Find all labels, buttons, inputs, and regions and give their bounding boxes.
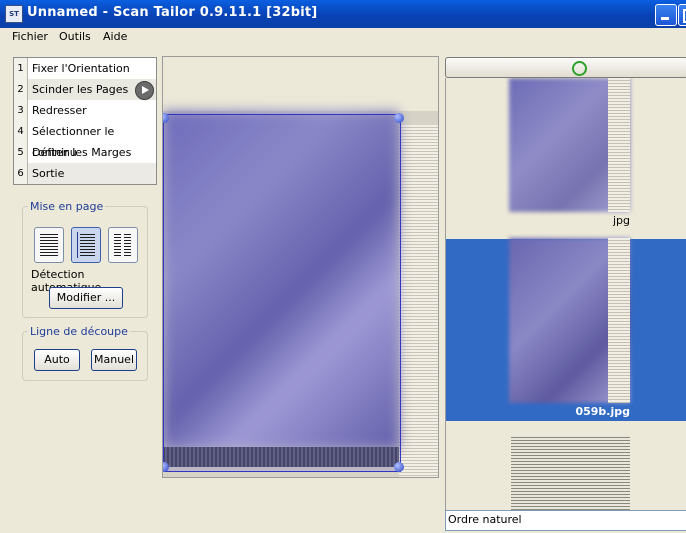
step-label: Scinder les Pages — [32, 83, 129, 96]
image-viewer[interactable] — [162, 56, 439, 478]
expand-arrows-icon[interactable] — [572, 61, 587, 76]
step-redresser[interactable]: 3 Redresser — [14, 100, 156, 121]
step-selectionner-contenu[interactable]: 4 Sélectionner le contenu — [14, 121, 156, 159]
thumbnail-filename-selected: 059b.jpg — [575, 405, 630, 418]
sort-order-select[interactable]: Ordre naturel — [445, 510, 686, 531]
split-handle-top-icon[interactable] — [394, 113, 404, 123]
two-page-layout-button[interactable] — [108, 227, 138, 263]
cut-line-icon — [77, 232, 78, 258]
step-number: 1 — [14, 58, 28, 79]
step-label: Sortie — [32, 167, 65, 180]
two-page-icon-right — [124, 234, 131, 256]
thumbnail-toolbar[interactable] — [445, 57, 686, 78]
step-label: Redresser — [32, 104, 87, 117]
step-definir-marges[interactable]: 5 Définir les Marges — [14, 142, 156, 163]
step-number: 4 — [14, 121, 28, 142]
step-number: 6 — [14, 163, 28, 184]
single-page-cut-layout-button[interactable] — [71, 227, 101, 263]
menu-bar: Fichier Outils Aide — [0, 28, 686, 46]
single-page-layout-button[interactable] — [34, 227, 64, 263]
two-page-icon — [114, 234, 121, 256]
thumbnail-page-edge-selected — [608, 238, 630, 403]
maximize-button[interactable] — [678, 4, 686, 26]
step-label: Définir les Marges — [32, 146, 132, 159]
layout-group: Mise en page Détection automatique Modif… — [22, 200, 148, 318]
title-bar: ST Unnamed - Scan Tailor 0.9.11.1 [32bit… — [0, 0, 686, 28]
split-handle-bottom-icon[interactable] — [394, 462, 404, 472]
single-page-icon — [40, 234, 58, 256]
manual-button[interactable]: Manuel — [91, 349, 137, 371]
step-fixer-orientation[interactable]: 1 Fixer l'Orientation — [14, 58, 156, 79]
play-icon[interactable] — [135, 81, 154, 100]
auto-button[interactable]: Auto — [34, 349, 80, 371]
page-cut-icon — [80, 234, 95, 256]
step-scinder-pages[interactable]: 2 Scinder les Pages — [14, 79, 156, 100]
step-number: 2 — [14, 79, 28, 100]
filter-steps-list: 1 Fixer l'Orientation 2 Scinder les Page… — [13, 57, 157, 185]
split-selection-rect[interactable] — [163, 114, 401, 472]
split-line-group: Ligne de découpe Auto Manuel — [22, 325, 148, 381]
minimize-button[interactable] — [655, 4, 677, 26]
step-sortie[interactable]: 6 Sortie — [14, 163, 156, 184]
minimize-icon — [661, 17, 669, 20]
menu-fichier[interactable]: Fichier — [12, 30, 48, 43]
step-number: 3 — [14, 100, 28, 121]
split-line-group-title: Ligne de découpe — [28, 325, 130, 338]
layout-group-title: Mise en page — [28, 200, 106, 213]
sort-order-value: Ordre naturel — [448, 513, 522, 526]
window-title: Unnamed - Scan Tailor 0.9.11.1 [32bit] — [27, 5, 318, 20]
right-page-edge — [399, 125, 438, 477]
menu-outils[interactable]: Outils — [59, 30, 91, 43]
step-label: Fixer l'Orientation — [32, 62, 130, 75]
thumbnail-filename: jpg — [612, 214, 630, 227]
app-icon: ST — [5, 5, 23, 23]
step-number: 5 — [14, 142, 28, 163]
modify-button[interactable]: Modifier ... — [49, 287, 123, 309]
menu-aide[interactable]: Aide — [103, 30, 127, 43]
thumbnail-page-edge — [608, 78, 630, 212]
thumbnail-list[interactable]: jpg 059b.jpg — [445, 78, 686, 510]
thumbnail-text-page[interactable] — [511, 435, 630, 510]
